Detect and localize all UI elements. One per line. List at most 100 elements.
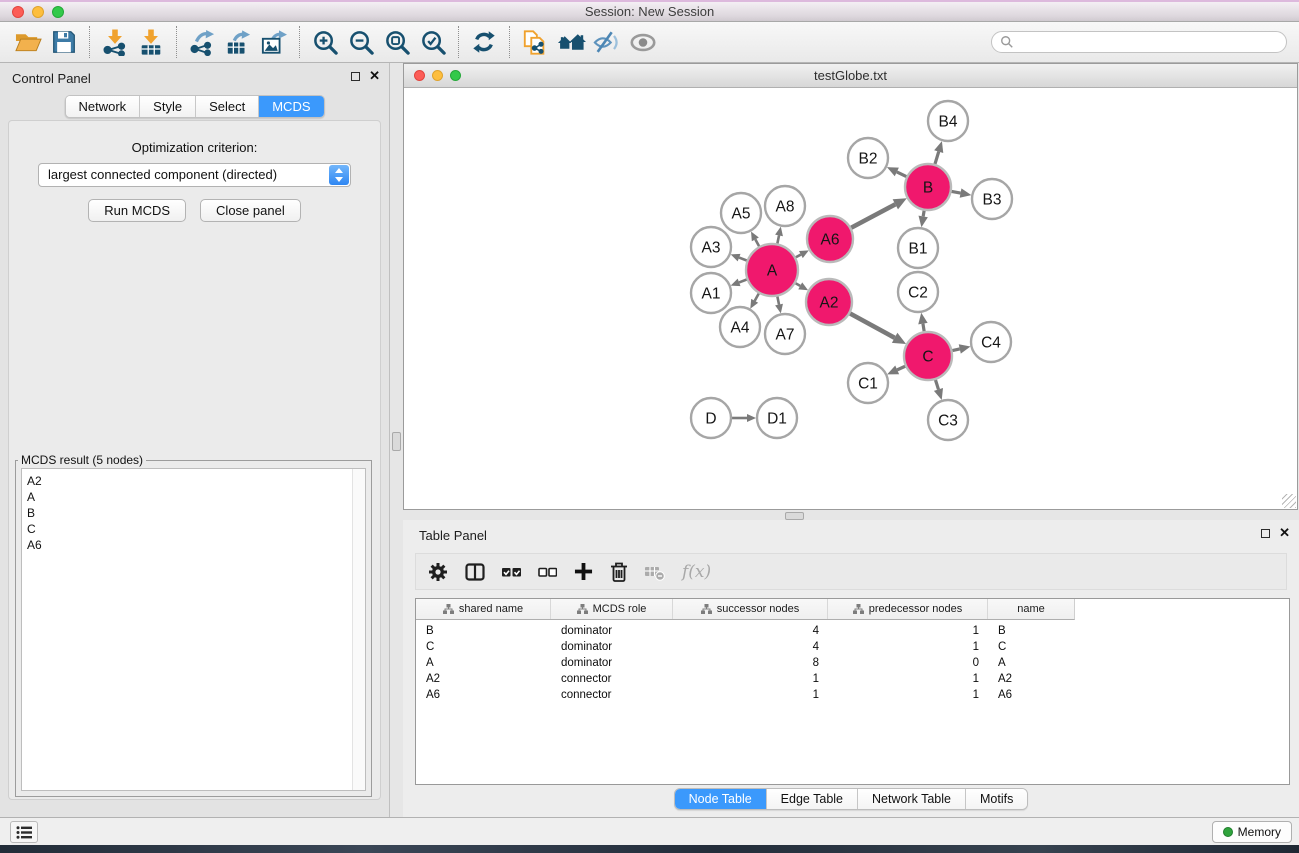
table-row[interactable]: Bdominator41B: [416, 623, 1289, 639]
network-node-A8[interactable]: A8: [765, 186, 805, 226]
network-node-A7[interactable]: A7: [765, 314, 805, 354]
delete-table-button[interactable]: [645, 563, 665, 581]
network-node-D[interactable]: D: [691, 398, 731, 438]
function-builder-button[interactable]: f(x): [682, 562, 711, 582]
edge-B-B2[interactable]: [887, 167, 906, 176]
horizontal-splitter-handle[interactable]: [785, 512, 804, 520]
tab-mcds[interactable]: MCDS: [259, 96, 323, 117]
network-node-A4[interactable]: A4: [720, 307, 760, 347]
run-mcds-button[interactable]: Run MCDS: [88, 199, 186, 222]
tab-node-table[interactable]: Node Table: [675, 789, 767, 809]
save-session-button[interactable]: [46, 25, 82, 59]
tab-style[interactable]: Style: [140, 96, 196, 117]
zoom-fit-button[interactable]: [379, 25, 415, 59]
column-header-shared-name[interactable]: shared name: [416, 599, 551, 619]
close-network-icon[interactable]: [414, 70, 425, 81]
edge-A2-C[interactable]: [850, 313, 906, 344]
network-window-titlebar[interactable]: testGlobe.txt: [404, 64, 1297, 88]
reset-view-button[interactable]: [553, 25, 589, 59]
edge-B-B3[interactable]: [952, 188, 972, 197]
memory-button[interactable]: Memory: [1212, 821, 1292, 843]
network-node-B[interactable]: B: [905, 164, 951, 210]
export-image-button[interactable]: [256, 25, 292, 59]
network-node-C3[interactable]: C3: [928, 400, 968, 440]
import-network-button[interactable]: [97, 25, 133, 59]
edge-B-B1[interactable]: [918, 211, 927, 228]
search-input[interactable]: [991, 31, 1287, 53]
clone-network-button[interactable]: [517, 25, 553, 59]
minimize-network-icon[interactable]: [432, 70, 443, 81]
network-node-C4[interactable]: C4: [971, 322, 1011, 362]
maximize-network-icon[interactable]: [450, 70, 461, 81]
deselect-all-button[interactable]: [538, 563, 557, 581]
network-node-A1[interactable]: A1: [691, 273, 731, 313]
edge-C-C2[interactable]: [918, 313, 927, 332]
zoom-in-button[interactable]: [307, 25, 343, 59]
edge-C-C3[interactable]: [934, 380, 943, 400]
tab-network[interactable]: Network: [65, 96, 140, 117]
vertical-splitter-handle[interactable]: [392, 432, 401, 451]
edge-A-A7[interactable]: [775, 296, 783, 313]
zoom-out-button[interactable]: [343, 25, 379, 59]
refresh-layout-button[interactable]: [466, 25, 502, 59]
edge-C-C4[interactable]: [952, 344, 970, 353]
table-settings-button[interactable]: [428, 562, 448, 582]
close-panel-icon[interactable]: ✕: [369, 71, 380, 81]
export-network-button[interactable]: [184, 25, 220, 59]
select-all-button[interactable]: [502, 563, 521, 581]
table-row[interactable]: Cdominator41C: [416, 639, 1289, 655]
network-node-D1[interactable]: D1: [757, 398, 797, 438]
float-table-panel-icon[interactable]: [1261, 529, 1270, 538]
minimize-window-icon[interactable]: [32, 6, 44, 18]
column-header-predecessor-nodes[interactable]: predecessor nodes: [828, 599, 988, 619]
open-session-button[interactable]: [10, 25, 46, 59]
close-window-icon[interactable]: [12, 6, 24, 18]
network-node-A5[interactable]: A5: [721, 193, 761, 233]
edge-A-A8[interactable]: [775, 227, 783, 244]
network-node-A3[interactable]: A3: [691, 227, 731, 267]
edge-A-A1[interactable]: [731, 279, 747, 286]
edge-B-B4[interactable]: [934, 141, 943, 164]
network-node-A[interactable]: A: [746, 244, 798, 296]
column-header-mcds-role[interactable]: MCDS role: [551, 599, 673, 619]
result-item[interactable]: A6: [27, 537, 365, 553]
close-table-panel-icon[interactable]: ✕: [1279, 528, 1290, 538]
network-node-B4[interactable]: B4: [928, 101, 968, 141]
tab-network-table[interactable]: Network Table: [858, 789, 966, 809]
edge-A-A5[interactable]: [751, 231, 759, 246]
column-header-name[interactable]: name: [988, 599, 1074, 619]
show-columns-button[interactable]: [465, 562, 485, 582]
export-table-button[interactable]: [220, 25, 256, 59]
result-scrollbar[interactable]: [352, 469, 365, 790]
tab-edge-table[interactable]: Edge Table: [767, 789, 858, 809]
network-node-C1[interactable]: C1: [848, 363, 888, 403]
network-canvas[interactable]: ABCA2A6A1A3A4A5A7A8B1B2B3B4C1C2C3C4DD1: [405, 89, 1296, 508]
node-table[interactable]: shared nameMCDS rolesuccessor nodesprede…: [415, 598, 1290, 785]
result-item[interactable]: A: [27, 489, 365, 505]
show-panels-button[interactable]: [625, 25, 661, 59]
network-node-A6[interactable]: A6: [807, 216, 853, 262]
table-row[interactable]: A6connector11A6: [416, 687, 1289, 703]
delete-row-button[interactable]: [610, 561, 628, 582]
network-node-B1[interactable]: B1: [898, 228, 938, 268]
network-node-C[interactable]: C: [904, 332, 952, 380]
edge-A-A6[interactable]: [796, 250, 809, 258]
column-header-successor-nodes[interactable]: successor nodes: [673, 599, 828, 619]
edge-A-A2[interactable]: [796, 282, 809, 290]
edge-D-D1[interactable]: [732, 414, 756, 422]
edge-A-A3[interactable]: [731, 254, 747, 261]
result-item[interactable]: A2: [27, 473, 365, 489]
network-node-A2[interactable]: A2: [806, 279, 852, 325]
hide-panels-button[interactable]: [589, 25, 625, 59]
network-node-B3[interactable]: B3: [972, 179, 1012, 219]
table-row[interactable]: A2connector11A2: [416, 671, 1289, 687]
resize-grip[interactable]: [1282, 494, 1296, 508]
result-item[interactable]: C: [27, 521, 365, 537]
task-history-button[interactable]: [10, 821, 38, 843]
mcds-result-list[interactable]: A2ABCA6: [21, 468, 366, 791]
close-panel-button[interactable]: Close panel: [200, 199, 301, 222]
result-item[interactable]: B: [27, 505, 365, 521]
edge-A6-B[interactable]: [851, 198, 907, 228]
tab-motifs[interactable]: Motifs: [966, 789, 1027, 809]
zoom-selected-button[interactable]: [415, 25, 451, 59]
